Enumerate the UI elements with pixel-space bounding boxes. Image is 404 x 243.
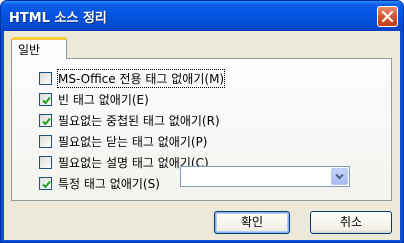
select-dropdown-button[interactable]: [331, 168, 348, 185]
cancel-button[interactable]: 취소: [310, 211, 392, 234]
close-button[interactable]: [377, 6, 398, 27]
tab-label: 일반: [18, 43, 41, 57]
checkmark-icon: [42, 117, 51, 125]
option-label: 필요없는 중첩된 태그 없애기(R): [58, 113, 220, 128]
ok-button[interactable]: 확인: [214, 211, 290, 234]
option-remove-ms-office-tags[interactable]: MS-Office 전용 태그 없애기(M): [39, 68, 226, 88]
dialog-client: 일반 MS-Office 전용 태그 없애기(M) 빈 태그 없애기(E) 필요…: [4, 31, 400, 240]
option-remove-nested-tags[interactable]: 필요없는 중첩된 태그 없애기(R): [39, 112, 220, 128]
checkmark-icon: [42, 96, 51, 104]
checkbox-comment-tags[interactable]: [39, 155, 52, 169]
option-remove-empty-tags[interactable]: 빈 태그 없애기(E): [39, 91, 149, 107]
tab-general[interactable]: 일반: [11, 37, 67, 59]
close-icon: [381, 10, 394, 23]
checkbox-empty-tags[interactable]: [39, 92, 52, 106]
option-remove-specific-tags[interactable]: 특정 태그 없애기(S): [39, 175, 160, 191]
option-remove-closing-tags[interactable]: 필요없는 닫는 태그 없애기(P): [39, 133, 207, 149]
checkbox-nested-tags[interactable]: [39, 113, 52, 127]
chevron-down-icon: [335, 173, 344, 180]
option-label: 특정 태그 없애기(S): [58, 176, 160, 191]
option-label: MS-Office 전용 태그 없애기(M): [56, 68, 226, 88]
specific-tag-select[interactable]: [180, 166, 350, 187]
dialog-window: HTML 소스 정리 일반 MS-Office 전용 태그 없애기(M) 빈 태…: [0, 0, 404, 243]
checkbox-specific-tags[interactable]: [39, 176, 52, 190]
checkmark-icon: [42, 180, 51, 188]
option-label: 필요없는 닫는 태그 없애기(P): [58, 134, 208, 149]
title-bar[interactable]: HTML 소스 정리: [1, 1, 403, 31]
checkbox-closing-tags[interactable]: [39, 134, 52, 148]
checkbox-ms-office[interactable]: [39, 71, 52, 85]
window-title: HTML 소스 정리: [9, 11, 107, 26]
option-label: 빈 태그 없애기(E): [58, 92, 149, 107]
